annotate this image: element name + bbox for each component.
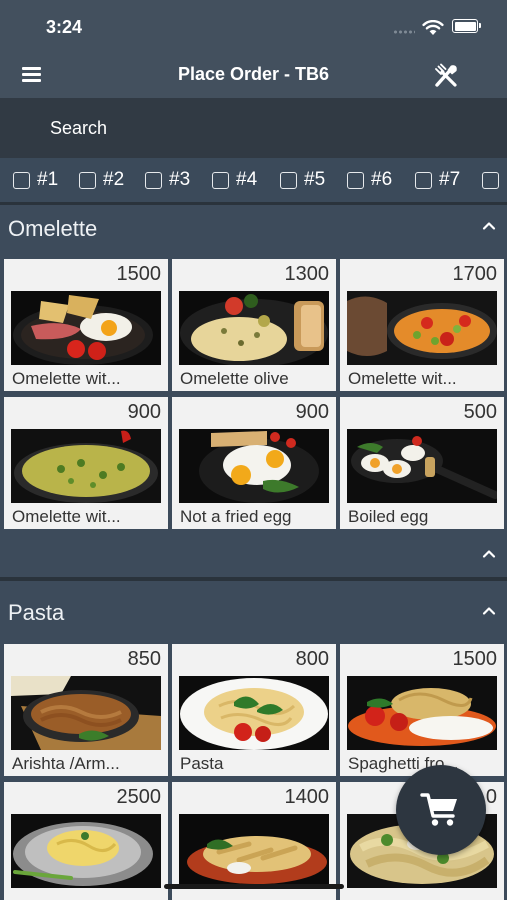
search-bar bbox=[0, 98, 507, 158]
menu-item-card[interactable]: 2500 bbox=[4, 782, 168, 900]
chevron-up-icon[interactable] bbox=[481, 218, 497, 234]
signal-dots-icon bbox=[393, 30, 415, 34]
item-image bbox=[179, 814, 329, 888]
item-name: Omelette olive bbox=[180, 369, 289, 388]
item-price: 1700 bbox=[452, 263, 498, 285]
table-checkbox-2[interactable]: #2 bbox=[79, 169, 124, 191]
menu-item-card[interactable]: 900 Omelette wit... bbox=[4, 397, 168, 529]
item-image bbox=[11, 676, 161, 750]
checkbox-icon[interactable] bbox=[79, 171, 96, 189]
menu-item-card[interactable]: 800 Pasta bbox=[172, 644, 336, 776]
menu-item-card[interactable]: 1300 Omelette olive bbox=[172, 259, 336, 391]
item-name: Pasta bbox=[180, 754, 224, 773]
item-price: 0 bbox=[485, 786, 497, 808]
checkbox-icon[interactable] bbox=[347, 171, 364, 189]
table-selector: #1 #2 #3 #4 #5 #6 #7 bbox=[0, 158, 507, 202]
table-checkbox-6[interactable]: #6 bbox=[347, 169, 392, 191]
menu-item-card[interactable]: 900 Not a fried egg bbox=[172, 397, 336, 529]
section-header-collapsed[interactable] bbox=[0, 533, 507, 577]
item-price: 1400 bbox=[284, 786, 330, 808]
section-header-omelette[interactable]: Omelette bbox=[0, 205, 507, 253]
checkbox-icon[interactable] bbox=[13, 171, 30, 189]
item-image bbox=[11, 429, 161, 503]
item-image bbox=[347, 676, 497, 750]
table-checkbox-5[interactable]: #5 bbox=[280, 169, 325, 191]
section-title: Pasta bbox=[8, 600, 65, 625]
status-time: 3:24 bbox=[46, 17, 83, 37]
table-checkbox-8[interactable] bbox=[482, 169, 506, 191]
section-title: Omelette bbox=[8, 216, 98, 241]
item-image bbox=[179, 291, 329, 365]
item-image bbox=[347, 291, 497, 365]
section-header-pasta[interactable]: Pasta bbox=[0, 581, 507, 637]
checkbox-icon[interactable] bbox=[280, 171, 297, 189]
checkbox-icon[interactable] bbox=[415, 171, 432, 189]
item-name: Boiled egg bbox=[348, 507, 429, 526]
checkbox-icon[interactable] bbox=[482, 171, 499, 189]
menu-item-card[interactable]: 1400 bbox=[172, 782, 336, 900]
fork-knife-icon[interactable] bbox=[433, 63, 459, 89]
wifi-icon bbox=[422, 20, 444, 35]
item-price: 900 bbox=[127, 401, 161, 423]
item-image bbox=[11, 291, 161, 365]
item-price: 2500 bbox=[116, 786, 162, 808]
table-checkbox-4[interactable]: #4 bbox=[212, 169, 257, 191]
item-price: 850 bbox=[127, 648, 161, 670]
checkbox-icon[interactable] bbox=[212, 171, 229, 189]
item-name: Not a fried egg bbox=[180, 507, 292, 526]
search-input[interactable] bbox=[0, 98, 507, 158]
cart-icon bbox=[420, 793, 457, 826]
item-price: 1500 bbox=[452, 648, 498, 670]
item-price: 800 bbox=[295, 648, 329, 670]
table-checkbox-3[interactable]: #3 bbox=[145, 169, 190, 191]
menu-item-card[interactable]: 1700 Omelette wit... bbox=[340, 259, 504, 391]
item-image bbox=[11, 814, 161, 888]
item-price: 1300 bbox=[284, 263, 330, 285]
item-price: 1500 bbox=[116, 263, 162, 285]
item-name: Omelette wit... bbox=[12, 507, 121, 526]
item-price: 500 bbox=[463, 401, 497, 423]
table-checkbox-1[interactable]: #1 bbox=[13, 169, 58, 191]
item-name: Arishta /Arm... bbox=[12, 754, 120, 773]
chevron-up-icon[interactable] bbox=[481, 603, 497, 619]
menu-item-card[interactable]: 1500 Spaghetti fro... bbox=[340, 644, 504, 776]
battery-icon bbox=[452, 19, 481, 33]
menu-item-card[interactable]: 850 Arishta /Arm... bbox=[4, 644, 168, 776]
chevron-up-icon[interactable] bbox=[481, 546, 497, 562]
item-image bbox=[179, 429, 329, 503]
item-price: 900 bbox=[295, 401, 329, 423]
page-title: Place Order - TB6 bbox=[177, 64, 330, 84]
menu-item-card[interactable]: 1500 Omelette wit... bbox=[4, 259, 168, 391]
navigation-bar: Place Order - TB6 bbox=[0, 50, 507, 98]
checkbox-icon[interactable] bbox=[145, 171, 162, 189]
cart-button[interactable] bbox=[396, 765, 486, 855]
item-name: Omelette wit... bbox=[12, 369, 121, 388]
menu-item-card[interactable]: 500 Boiled egg bbox=[340, 397, 504, 529]
item-image bbox=[347, 429, 497, 503]
table-checkbox-7[interactable]: #7 bbox=[415, 169, 460, 191]
item-image bbox=[179, 676, 329, 750]
status-bar: 3:24 bbox=[0, 0, 507, 50]
item-name: Omelette wit... bbox=[348, 369, 457, 388]
home-indicator bbox=[164, 884, 344, 889]
